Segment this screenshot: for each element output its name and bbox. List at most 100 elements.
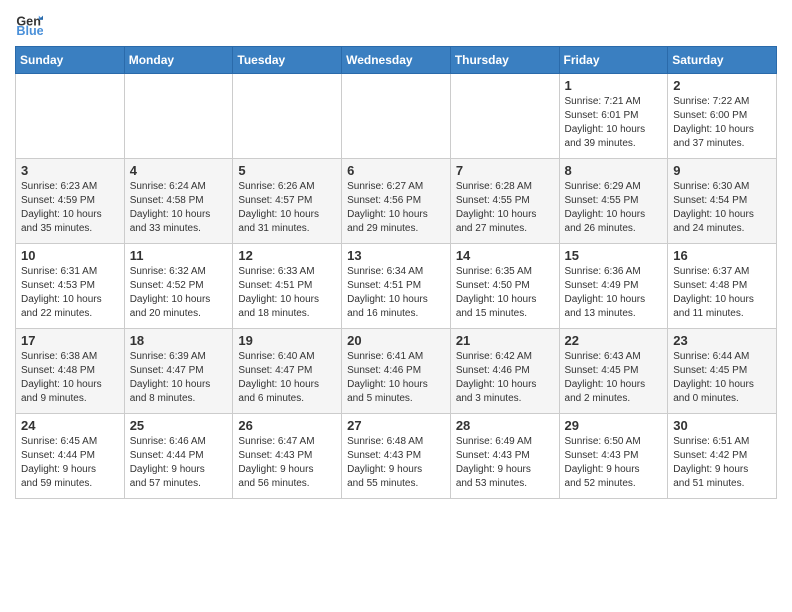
calendar-day [233, 74, 342, 159]
calendar-table: SundayMondayTuesdayWednesdayThursdayFrid… [15, 46, 777, 499]
calendar-day: 17Sunrise: 6:38 AM Sunset: 4:48 PM Dayli… [16, 329, 125, 414]
weekday-header-wednesday: Wednesday [342, 47, 451, 74]
day-number: 13 [347, 248, 445, 263]
day-number: 24 [21, 418, 119, 433]
weekday-header-tuesday: Tuesday [233, 47, 342, 74]
day-info: Sunrise: 6:36 AM Sunset: 4:49 PM Dayligh… [565, 265, 663, 321]
day-info: Sunrise: 6:41 AM Sunset: 4:46 PM Dayligh… [347, 350, 445, 406]
calendar-day: 5 Sunrise: 6:26 AM Sunset: 4:57 PM Daylig… [233, 159, 342, 244]
calendar-day: 2 Sunrise: 7:22 AM Sunset: 6:00 PM Daylig… [668, 74, 777, 159]
day-info: Sunrise: 6:46 AM Sunset: 4:44 PM Dayligh… [130, 435, 228, 491]
day-number: 26 [238, 418, 336, 433]
calendar-day: 28Sunrise: 6:49 AM Sunset: 4:43 PM Dayli… [450, 414, 559, 499]
day-info: Sunrise: 6:29 AM Sunset: 4:55 PM Dayligh… [565, 180, 663, 236]
day-number: 18 [130, 333, 228, 348]
calendar-day: 26 Sunrise: 6:47 AM Sunset: 4:43 PM Dayli… [233, 414, 342, 499]
day-info: Sunrise: 6:35 AM Sunset: 4:50 PM Dayligh… [456, 265, 554, 321]
calendar-day: 14 Sunrise: 6:35 AM Sunset: 4:50 PM Dayli… [450, 244, 559, 329]
calendar-day: 18 Sunrise: 6:39 AM Sunset: 4:47 PM Dayli… [124, 329, 233, 414]
calendar-day: 11 Sunrise: 6:32 AM Sunset: 4:52 PM Dayli… [124, 244, 233, 329]
calendar-day: 8Sunrise: 6:29 AM Sunset: 4:55 PM Daylig… [559, 159, 668, 244]
day-info: Sunrise: 6:33 AM Sunset: 4:51 PM Dayligh… [238, 265, 336, 321]
day-number: 11 [130, 248, 228, 263]
calendar-week-3: 10 Sunrise: 6:31 AM Sunset: 4:53 PM Dayli… [16, 244, 777, 329]
calendar-week-2: 3Sunrise: 6:23 AM Sunset: 4:59 PM Daylig… [16, 159, 777, 244]
day-number: 20 [347, 333, 445, 348]
calendar-day: 3Sunrise: 6:23 AM Sunset: 4:59 PM Daylig… [16, 159, 125, 244]
calendar-week-4: 17Sunrise: 6:38 AM Sunset: 4:48 PM Dayli… [16, 329, 777, 414]
day-info: Sunrise: 6:31 AM Sunset: 4:53 PM Dayligh… [21, 265, 119, 321]
day-number: 29 [565, 418, 663, 433]
calendar-day: 4 Sunrise: 6:24 AM Sunset: 4:58 PM Daylig… [124, 159, 233, 244]
weekday-header-monday: Monday [124, 47, 233, 74]
day-number: 19 [238, 333, 336, 348]
calendar-day: 12 Sunrise: 6:33 AM Sunset: 4:51 PM Dayli… [233, 244, 342, 329]
weekday-header-sunday: Sunday [16, 47, 125, 74]
day-info: Sunrise: 6:43 AM Sunset: 4:45 PM Dayligh… [565, 350, 663, 406]
day-number: 2 [673, 78, 771, 93]
day-number: 4 [130, 163, 228, 178]
calendar-day [124, 74, 233, 159]
calendar-day: 19 Sunrise: 6:40 AM Sunset: 4:47 PM Dayli… [233, 329, 342, 414]
calendar-day: 20 Sunrise: 6:41 AM Sunset: 4:46 PM Dayli… [342, 329, 451, 414]
calendar-day: 10 Sunrise: 6:31 AM Sunset: 4:53 PM Dayli… [16, 244, 125, 329]
calendar-day: 6 Sunrise: 6:27 AM Sunset: 4:56 PM Daylig… [342, 159, 451, 244]
day-info: Sunrise: 6:47 AM Sunset: 4:43 PM Dayligh… [238, 435, 336, 491]
day-number: 12 [238, 248, 336, 263]
day-number: 25 [130, 418, 228, 433]
calendar-day [450, 74, 559, 159]
calendar-day: 27Sunrise: 6:48 AM Sunset: 4:43 PM Dayli… [342, 414, 451, 499]
calendar-day: 1 Sunrise: 7:21 AM Sunset: 6:01 PM Daylig… [559, 74, 668, 159]
day-number: 23 [673, 333, 771, 348]
day-info: Sunrise: 6:51 AM Sunset: 4:42 PM Dayligh… [673, 435, 771, 491]
day-info: Sunrise: 7:22 AM Sunset: 6:00 PM Dayligh… [673, 95, 771, 151]
day-info: Sunrise: 6:24 AM Sunset: 4:58 PM Dayligh… [130, 180, 228, 236]
weekday-header-saturday: Saturday [668, 47, 777, 74]
calendar-day: 23 Sunrise: 6:44 AM Sunset: 4:45 PM Dayli… [668, 329, 777, 414]
day-number: 16 [673, 248, 771, 263]
logo: Gen Blue [15, 10, 47, 38]
calendar-day [16, 74, 125, 159]
day-number: 7 [456, 163, 554, 178]
day-info: Sunrise: 6:40 AM Sunset: 4:47 PM Dayligh… [238, 350, 336, 406]
day-info: Sunrise: 6:34 AM Sunset: 4:51 PM Dayligh… [347, 265, 445, 321]
day-info: Sunrise: 6:44 AM Sunset: 4:45 PM Dayligh… [673, 350, 771, 406]
day-info: Sunrise: 6:42 AM Sunset: 4:46 PM Dayligh… [456, 350, 554, 406]
page-header: Gen Blue [15, 10, 777, 38]
day-info: Sunrise: 6:50 AM Sunset: 4:43 PM Dayligh… [565, 435, 663, 491]
logo-icon: Gen Blue [15, 10, 43, 38]
day-info: Sunrise: 6:32 AM Sunset: 4:52 PM Dayligh… [130, 265, 228, 321]
day-number: 22 [565, 333, 663, 348]
weekday-header-thursday: Thursday [450, 47, 559, 74]
calendar-day: 22 Sunrise: 6:43 AM Sunset: 4:45 PM Dayli… [559, 329, 668, 414]
day-info: Sunrise: 7:21 AM Sunset: 6:01 PM Dayligh… [565, 95, 663, 151]
day-info: Sunrise: 6:49 AM Sunset: 4:43 PM Dayligh… [456, 435, 554, 491]
calendar-day: 30 Sunrise: 6:51 AM Sunset: 4:42 PM Dayli… [668, 414, 777, 499]
day-info: Sunrise: 6:39 AM Sunset: 4:47 PM Dayligh… [130, 350, 228, 406]
day-number: 6 [347, 163, 445, 178]
calendar-day [342, 74, 451, 159]
day-number: 30 [673, 418, 771, 433]
day-number: 27 [347, 418, 445, 433]
day-number: 5 [238, 163, 336, 178]
day-number: 1 [565, 78, 663, 93]
day-info: Sunrise: 6:27 AM Sunset: 4:56 PM Dayligh… [347, 180, 445, 236]
day-number: 15 [565, 248, 663, 263]
weekday-header-friday: Friday [559, 47, 668, 74]
day-info: Sunrise: 6:37 AM Sunset: 4:48 PM Dayligh… [673, 265, 771, 321]
day-number: 17 [21, 333, 119, 348]
day-number: 14 [456, 248, 554, 263]
day-number: 9 [673, 163, 771, 178]
day-info: Sunrise: 6:45 AM Sunset: 4:44 PM Dayligh… [21, 435, 119, 491]
calendar-day: 7 Sunrise: 6:28 AM Sunset: 4:55 PM Daylig… [450, 159, 559, 244]
day-info: Sunrise: 6:30 AM Sunset: 4:54 PM Dayligh… [673, 180, 771, 236]
calendar-day: 16 Sunrise: 6:37 AM Sunset: 4:48 PM Dayli… [668, 244, 777, 329]
day-info: Sunrise: 6:26 AM Sunset: 4:57 PM Dayligh… [238, 180, 336, 236]
day-info: Sunrise: 6:28 AM Sunset: 4:55 PM Dayligh… [456, 180, 554, 236]
calendar-day: 9 Sunrise: 6:30 AM Sunset: 4:54 PM Daylig… [668, 159, 777, 244]
day-info: Sunrise: 6:23 AM Sunset: 4:59 PM Dayligh… [21, 180, 119, 236]
calendar-week-1: 1 Sunrise: 7:21 AM Sunset: 6:01 PM Daylig… [16, 74, 777, 159]
svg-text:Blue: Blue [16, 24, 43, 38]
calendar-day: 25 Sunrise: 6:46 AM Sunset: 4:44 PM Dayli… [124, 414, 233, 499]
day-number: 10 [21, 248, 119, 263]
